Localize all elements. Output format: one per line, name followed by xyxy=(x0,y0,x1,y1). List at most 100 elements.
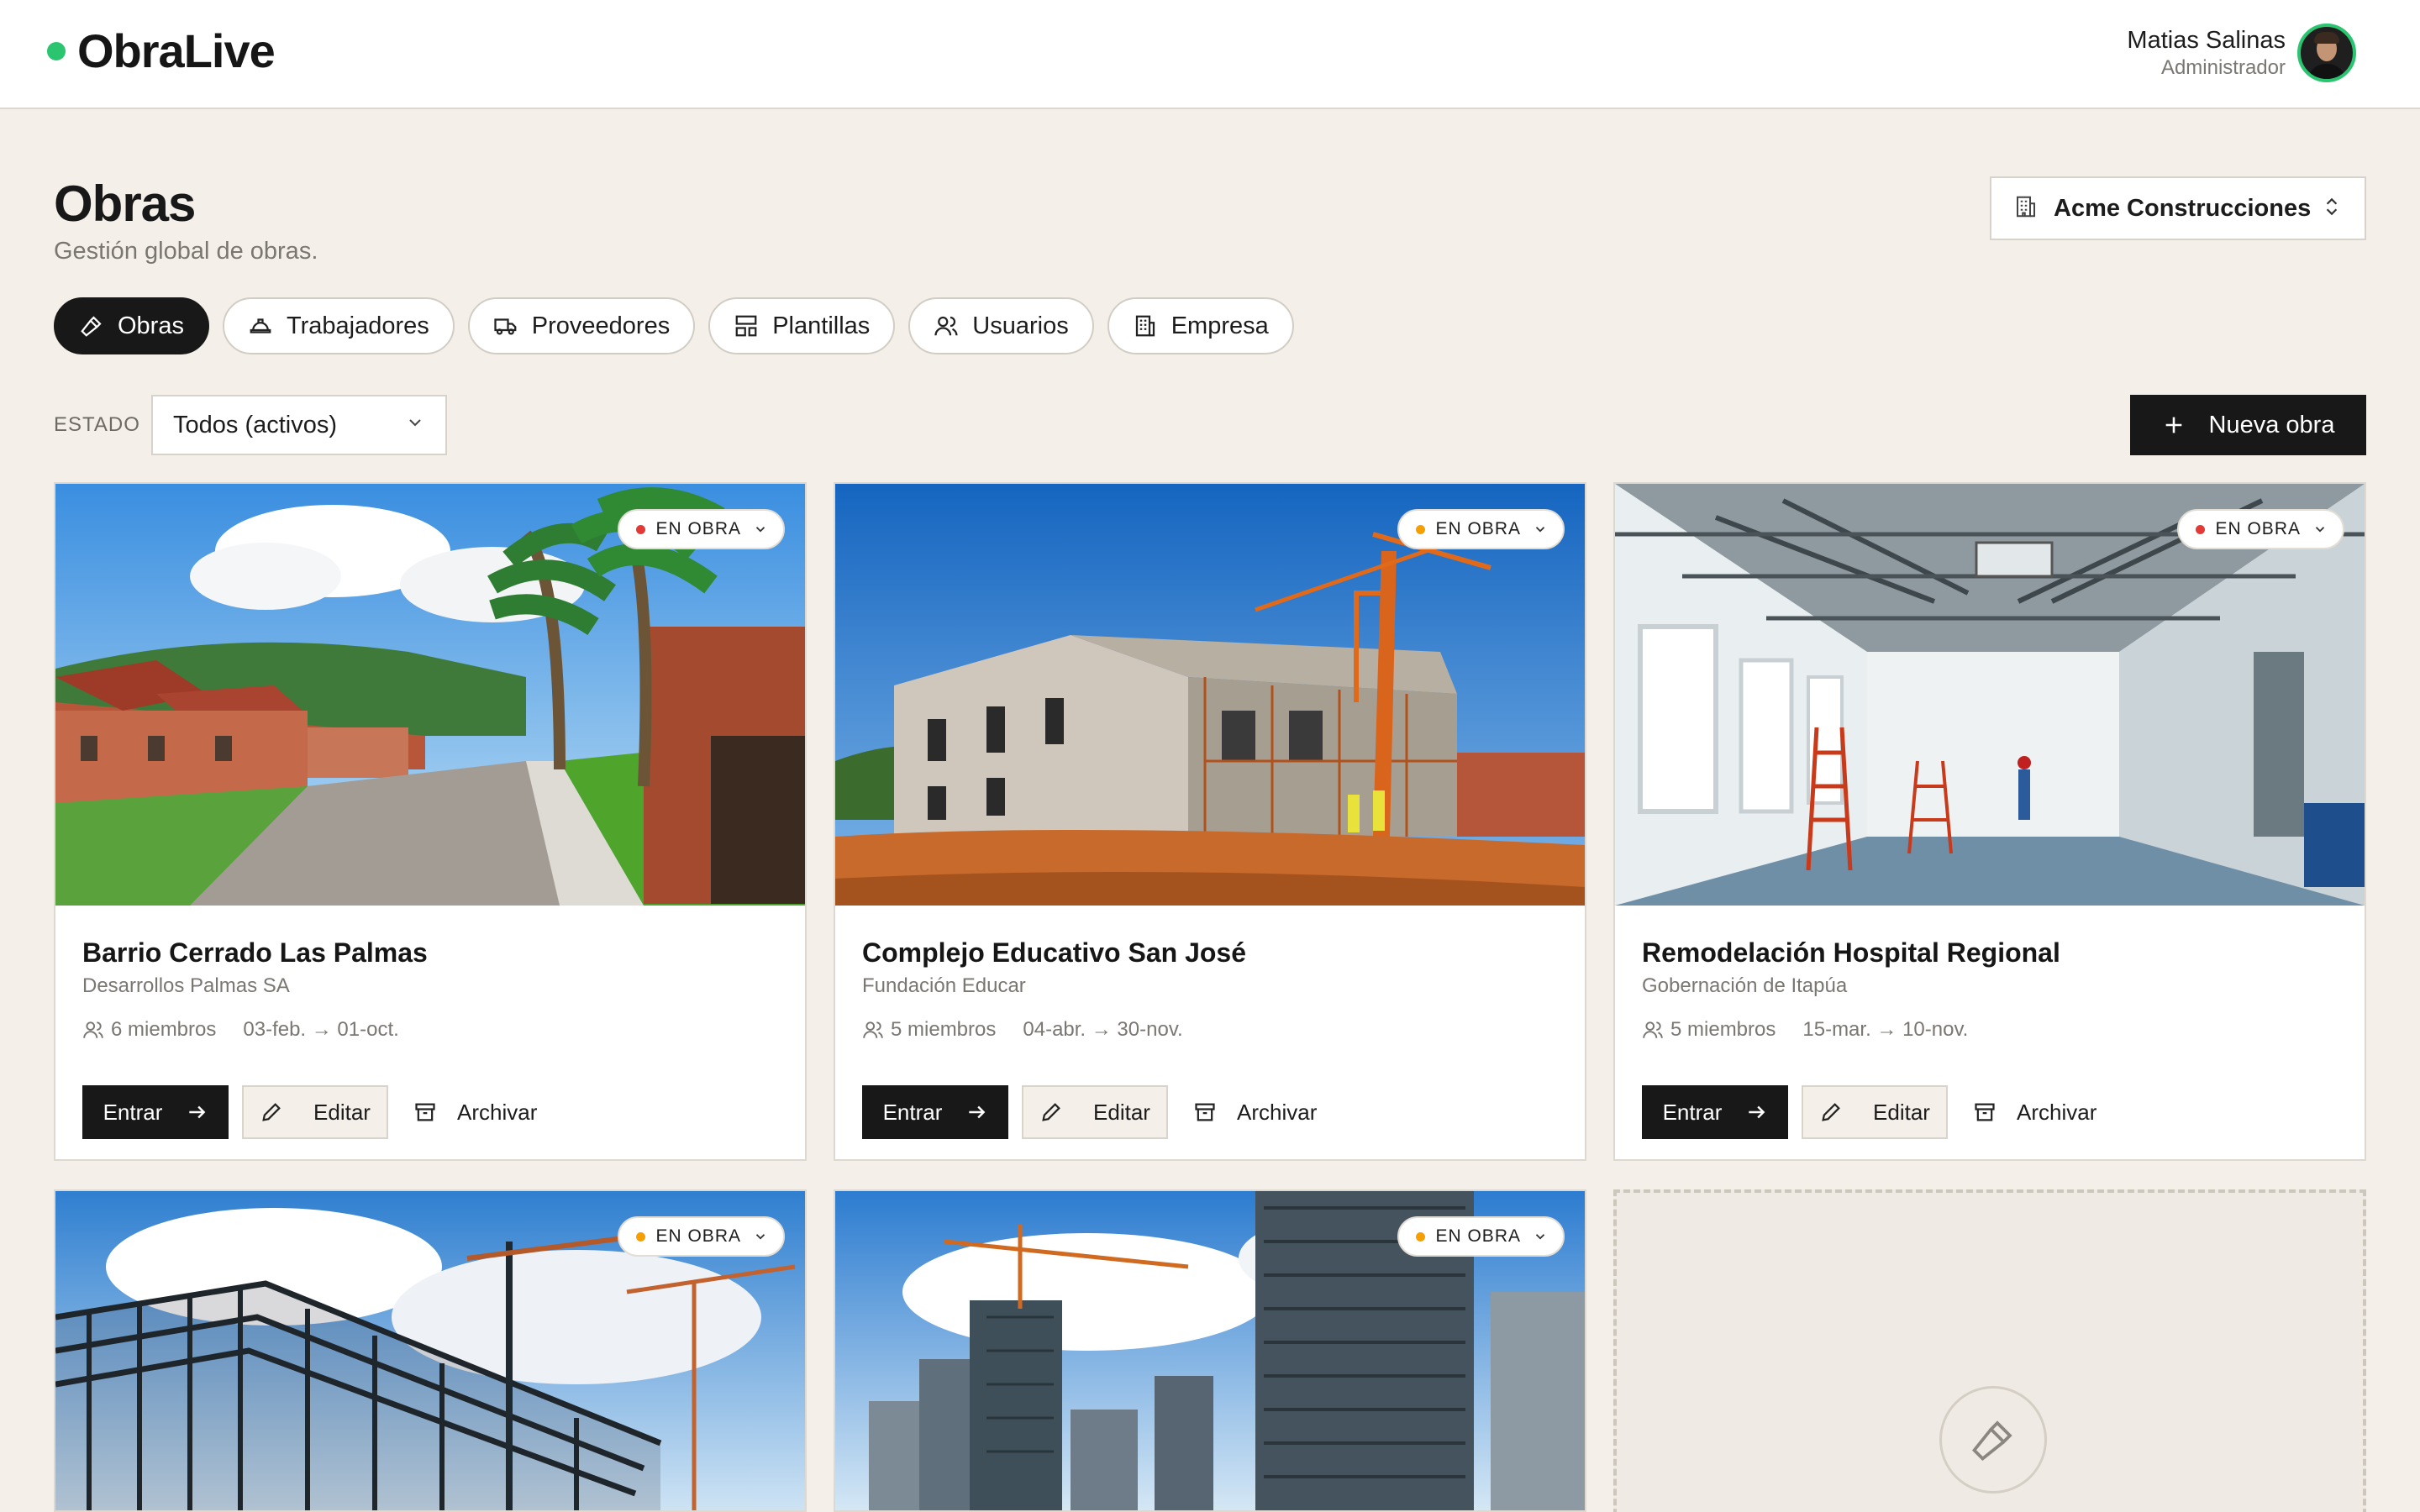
project-dates: 15-mar. → 10-nov. xyxy=(1802,1018,1969,1041)
archive-button[interactable]: Archivar xyxy=(1181,1085,1328,1139)
archive-label: Archivar xyxy=(1237,1099,1318,1125)
chevron-down-icon xyxy=(753,1229,768,1244)
project-card-body: Barrio Cerrado Las Palmas Desarrollos Pa… xyxy=(82,936,778,1042)
project-actions: Entrar Editar Archivar xyxy=(1642,1085,2108,1139)
tab-label: Proveedores xyxy=(531,312,671,339)
user-menu[interactable]: Matias Salinas Administrador xyxy=(2127,24,2356,82)
enter-label: Entrar xyxy=(103,1099,163,1125)
project-members: 5 miembros xyxy=(862,1018,996,1042)
project-title: Remodelación Hospital Regional xyxy=(1642,937,2060,968)
chevron-up-down-icon xyxy=(2321,196,2343,222)
tab-empresa[interactable]: Empresa xyxy=(1107,297,1294,354)
members-count: 5 miembros xyxy=(1670,1018,1776,1041)
project-card: EN OBRA Complejo Educativo San José Fund… xyxy=(834,482,1586,1161)
status-dot xyxy=(1416,1231,1426,1242)
pencil-icon xyxy=(260,1100,283,1124)
tab-label: Obras xyxy=(118,312,184,339)
add-project-placeholder[interactable] xyxy=(1613,1189,2366,1512)
arrow-right-icon xyxy=(1745,1101,1767,1123)
project-members: 6 miembros xyxy=(82,1018,216,1042)
archive-button[interactable]: Archivar xyxy=(1961,1085,2108,1139)
project-card-body: Remodelación Hospital Regional Gobernaci… xyxy=(1642,936,2338,1042)
status-filter-label: ESTADO xyxy=(54,413,140,436)
enter-button[interactable]: Entrar xyxy=(82,1085,229,1139)
building-icon xyxy=(2013,194,2039,223)
status-label: EN OBRA xyxy=(1435,1226,1521,1246)
chevron-down-icon xyxy=(753,522,768,537)
user-name: Matias Salinas xyxy=(2127,27,2286,54)
pencil-icon xyxy=(1819,1100,1843,1124)
plus-icon xyxy=(2162,413,2186,437)
project-actions: Entrar Editar Archivar xyxy=(862,1085,1328,1139)
user-role: Administrador xyxy=(2160,56,2286,79)
company-name: Acme Construcciones xyxy=(2054,194,2312,222)
users-icon xyxy=(1642,1019,1664,1041)
status-filter-select[interactable]: Todos (activos) xyxy=(151,395,447,455)
top-bar: ObraLive Matias Salinas Administrador xyxy=(0,0,2420,109)
status-dot xyxy=(2196,524,2206,534)
archive-button[interactable]: Archivar xyxy=(402,1085,549,1139)
chevron-down-icon xyxy=(2312,522,2328,537)
tab-trabajadores[interactable]: Trabajadores xyxy=(222,297,455,354)
app-logo[interactable]: ObraLive xyxy=(47,24,276,78)
status-badge[interactable]: EN OBRA xyxy=(618,1216,785,1257)
archive-icon xyxy=(1193,1100,1217,1124)
tab-label: Empresa xyxy=(1171,312,1269,339)
edit-label: Editar xyxy=(1093,1099,1150,1125)
project-client: Fundación Educar xyxy=(862,974,1026,997)
project-card: EN OBRA Barrio Cerrado Las Palmas Desarr… xyxy=(54,482,807,1161)
tab-proveedores[interactable]: Proveedores xyxy=(467,297,696,354)
status-badge[interactable]: EN OBRA xyxy=(1397,1216,1565,1257)
edit-button[interactable]: Editar xyxy=(1802,1085,1948,1139)
status-badge[interactable]: EN OBRA xyxy=(2177,509,2344,549)
users-icon xyxy=(82,1019,104,1041)
archive-icon xyxy=(413,1100,437,1124)
project-title: Barrio Cerrado Las Palmas xyxy=(82,937,428,968)
tab-obras[interactable]: Obras xyxy=(54,297,209,354)
tab-usuarios[interactable]: Usuarios xyxy=(908,297,1094,354)
hammer-icon xyxy=(1939,1386,2047,1494)
status-filter-value: Todos (activos) xyxy=(173,411,338,438)
project-client: Desarrollos Palmas SA xyxy=(82,974,290,997)
hard-hat-icon xyxy=(248,313,273,339)
status-label: EN OBRA xyxy=(2215,519,2301,538)
archive-icon xyxy=(1973,1100,1996,1124)
status-dot xyxy=(1416,524,1426,534)
hammer-icon xyxy=(79,313,104,339)
project-meta: 5 miembros 04-abr. → 30-nov. xyxy=(862,1018,1558,1042)
edit-button[interactable]: Editar xyxy=(242,1085,388,1139)
enter-button[interactable]: Entrar xyxy=(1642,1085,1788,1139)
user-info: Matias Salinas Administrador xyxy=(2127,25,2286,81)
enter-label: Entrar xyxy=(1662,1099,1723,1125)
tab-label: Plantillas xyxy=(772,312,871,339)
members-count: 6 miembros xyxy=(111,1018,217,1041)
status-badge[interactable]: EN OBRA xyxy=(1397,509,1565,549)
archive-label: Archivar xyxy=(457,1099,538,1125)
archive-label: Archivar xyxy=(2017,1099,2097,1125)
project-dates: 04-abr. → 30-nov. xyxy=(1023,1018,1183,1041)
enter-button[interactable]: Entrar xyxy=(862,1085,1008,1139)
company-selector[interactable]: Acme Construcciones xyxy=(1990,176,2366,240)
users-icon xyxy=(862,1019,884,1041)
building-icon xyxy=(1133,313,1158,339)
edit-button[interactable]: Editar xyxy=(1022,1085,1168,1139)
project-actions: Entrar Editar Archivar xyxy=(82,1085,549,1139)
edit-label: Editar xyxy=(313,1099,371,1125)
section-tabs: Obras Trabajadores Proveedores Plantilla… xyxy=(54,297,1294,354)
app-name: ObraLive xyxy=(77,24,276,77)
status-badge[interactable]: EN OBRA xyxy=(618,509,785,549)
tab-plantillas[interactable]: Plantillas xyxy=(708,297,896,354)
chevron-down-icon xyxy=(405,412,425,439)
new-project-button[interactable]: Nueva obra xyxy=(2130,395,2366,455)
enter-label: Entrar xyxy=(882,1099,943,1125)
page-title: Obras xyxy=(54,176,196,232)
project-title: Complejo Educativo San José xyxy=(862,937,1246,968)
edit-label: Editar xyxy=(1873,1099,1930,1125)
layout-template-icon xyxy=(734,313,759,339)
status-dot xyxy=(636,524,646,534)
tab-label: Trabajadores xyxy=(286,312,429,339)
avatar[interactable] xyxy=(2297,24,2356,82)
status-label: EN OBRA xyxy=(655,519,741,538)
tab-label: Usuarios xyxy=(972,312,1069,339)
arrow-right-icon xyxy=(186,1101,208,1123)
